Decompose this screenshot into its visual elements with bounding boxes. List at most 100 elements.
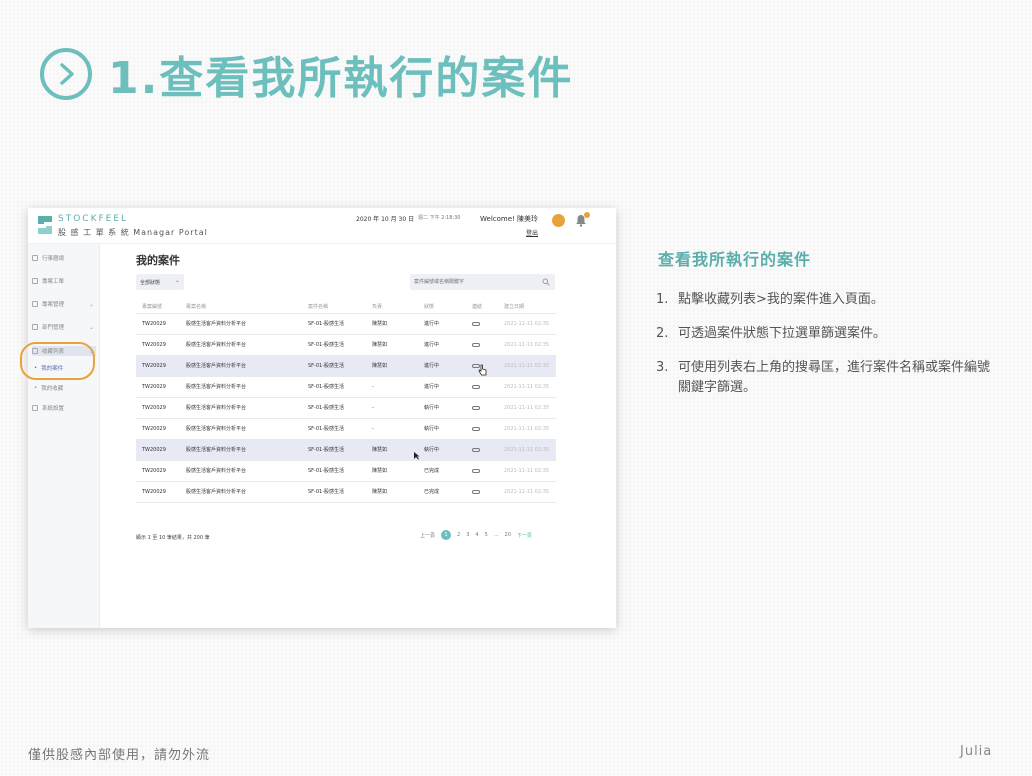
table-cell: SF-01-股感生活: [308, 321, 345, 327]
table-row[interactable]: TW20029 股感生活客戶資料分析平台 SF-01-股感生活 陳慧如 已完成 2021-…: [136, 461, 556, 482]
table-row[interactable]: TW20029 股感生活客戶資料分析平台 SF-01-股感生活 陳慧如 進行中 2021-…: [136, 356, 556, 377]
table-cell: 執行中: [424, 405, 440, 411]
link-icon[interactable]: [472, 447, 480, 452]
table-cell: TW20029: [142, 384, 166, 390]
sidebar-item-settings[interactable]: 系統設置: [32, 404, 96, 412]
table-row[interactable]: TW20029 股感生活客戶資料分析平台 SF-01-股感生活 陳慧如 進行中 2021-…: [136, 314, 556, 335]
page-button[interactable]: 2: [457, 532, 460, 538]
table-row[interactable]: TW20029 股感生活客戶資料分析平台 SF-01-股感生活 - 執行中 2021-11…: [136, 398, 556, 419]
link-icon[interactable]: [472, 489, 480, 494]
chevron-down-icon: ⌄: [88, 323, 94, 331]
sidebar-item-projects[interactable]: 專案管理 ⌄: [32, 300, 96, 308]
table-row[interactable]: TW20029 股感生活客戶資料分析平台 SF-01-股感生活 - 進行中 2021-11…: [136, 377, 556, 398]
next-page-button[interactable]: 下一頁: [517, 532, 532, 539]
table-row[interactable]: TW20029 股感生活客戶資料分析平台 SF-01-股感生活 - 執行中 2021-11…: [136, 419, 556, 440]
page-button[interactable]: 4: [475, 532, 478, 538]
page-button[interactable]: 3: [466, 532, 469, 538]
link-icon[interactable]: [472, 335, 480, 356]
sidebar-item-label: 系統設置: [42, 406, 65, 412]
main-content: 我的案件 全部狀態 ⌄ 專案編號 專案名稱 案件名稱 負責 狀態 連結 建立日期…: [100, 244, 616, 628]
page-button-active[interactable]: 1: [441, 530, 452, 540]
column-header: 狀態: [424, 304, 435, 310]
search-input[interactable]: [410, 274, 555, 290]
steps-list: 1. 點擊收藏列表>我的案件進入頁面。 2. 可透過案件狀態下拉選單篩選案件。 3.…: [656, 290, 996, 412]
table-cell: 2021-11-11 02:35: [504, 342, 550, 348]
slide-title: 1.查看我所執行的案件: [40, 42, 573, 106]
link-icon[interactable]: [472, 468, 480, 473]
sidebar: 行事曆總 專案工單 專案管理 ⌄ 部門管理 ⌄ 收藏列表 ⌄ • 我的案件 • 我的收藏 …: [28, 244, 100, 628]
step-item: 1. 點擊收藏列表>我的案件進入頁面。: [656, 290, 996, 310]
table-cell: SF-01-股感生活: [308, 468, 345, 474]
table-cell: 股感生活客戶資料分析平台: [186, 363, 247, 369]
footer-note: 僅供股感內部使用，請勿外流: [28, 748, 211, 763]
table-cell: 陳慧如: [372, 468, 388, 474]
hand-cursor-icon: [478, 364, 487, 376]
table-row[interactable]: TW20029 股感生活客戶資料分析平台 SF-01-股感生活 陳慧如 進行中 2021-…: [136, 335, 556, 356]
sidebar-item-my-favorites[interactable]: • 我的收藏: [32, 384, 96, 392]
link-icon[interactable]: [472, 314, 480, 335]
column-header: 專案名稱: [186, 304, 207, 310]
app-header: STOCKFEEL 股 感 工 單 系 統 Managar Portal 202…: [28, 208, 616, 244]
page-ellipsis: ...: [493, 532, 499, 538]
step-number: 1.: [656, 292, 669, 307]
table-cell: 2021-11-11 02:35: [504, 468, 550, 474]
link-icon[interactable]: [472, 321, 480, 326]
avatar[interactable]: [552, 214, 565, 227]
page-title: 我的案件: [136, 254, 180, 267]
link-icon[interactable]: [472, 440, 480, 461]
table-cell: TW20029: [142, 489, 166, 495]
link-icon[interactable]: [472, 405, 480, 410]
table-cell: 執行中: [424, 447, 440, 453]
chevron-right-circle-icon: [40, 48, 92, 100]
table-cell: SF-01-股感生活: [308, 342, 345, 348]
table-row[interactable]: TW20029 股感生活客戶資料分析平台 SF-01-股感生活 陳慧如 已完成 2021-…: [136, 482, 556, 503]
sidebar-item-calendar[interactable]: 行事曆總: [32, 254, 96, 262]
column-header: 案件名稱: [308, 304, 329, 310]
table-cell: SF-01-股感生活: [308, 384, 345, 390]
logout-link[interactable]: 登出: [526, 228, 538, 237]
table-cell: TW20029: [142, 426, 166, 432]
status-filter-select[interactable]: 全部狀態 ⌄: [136, 274, 184, 290]
table-cell: 陳慧如: [372, 363, 388, 369]
prev-page-button[interactable]: 上一頁: [420, 532, 435, 539]
sidebar-item-tickets[interactable]: 專案工單: [32, 277, 96, 285]
table-cell: 2021-11-11 02:35: [504, 405, 550, 411]
table-cell: 執行中: [424, 426, 440, 432]
sidebar-item-label: 專案工單: [42, 279, 65, 285]
column-header: 連結: [472, 304, 483, 310]
description-title: 查看我所執行的案件: [658, 250, 812, 269]
table-cell: 2021-11-11 02:35: [504, 363, 550, 369]
table-cell: TW20029: [142, 363, 166, 369]
step-number: 3.: [656, 360, 669, 375]
column-header: 負責: [372, 304, 383, 310]
page-button[interactable]: 20: [505, 532, 511, 538]
footer-author: Julia: [960, 744, 993, 759]
slide-title-text: 1.查看我所執行的案件: [108, 53, 574, 104]
link-icon[interactable]: [472, 377, 480, 398]
sidebar-item-departments[interactable]: 部門管理 ⌄: [32, 323, 96, 331]
header-time: 週二 下午 2:18:30: [418, 215, 461, 221]
table-cell: 進行中: [424, 342, 440, 348]
link-icon[interactable]: [472, 482, 480, 503]
table-cell: 2021-11-11 02:35: [504, 447, 550, 453]
link-icon[interactable]: [472, 342, 480, 347]
table-cell: TW20029: [142, 321, 166, 327]
table-cell: SF-01-股感生活: [308, 426, 345, 432]
table-cell: TW20029: [142, 468, 166, 474]
table-cell: 已完成: [424, 468, 440, 474]
link-icon[interactable]: [472, 384, 480, 389]
table-cell: -: [372, 405, 374, 411]
link-icon[interactable]: [472, 426, 480, 431]
results-count: 顯示 1 至 10 筆結果，共 200 筆: [136, 535, 210, 541]
table-cell: SF-01-股感生活: [308, 489, 345, 495]
link-icon[interactable]: [472, 398, 480, 419]
table-cell: 進行中: [424, 321, 440, 327]
search-icon[interactable]: [542, 278, 550, 286]
link-icon[interactable]: [472, 461, 480, 482]
link-icon[interactable]: [472, 419, 480, 440]
page-button[interactable]: 5: [485, 532, 488, 538]
chevron-down-icon: ⌄: [174, 277, 180, 284]
sidebar-item-label: 我的收藏: [41, 386, 64, 392]
table-row[interactable]: TW20029 股感生活客戶資料分析平台 SF-01-股感生活 陳慧如 執行中 2021-…: [136, 440, 556, 461]
table-cell: TW20029: [142, 405, 166, 411]
